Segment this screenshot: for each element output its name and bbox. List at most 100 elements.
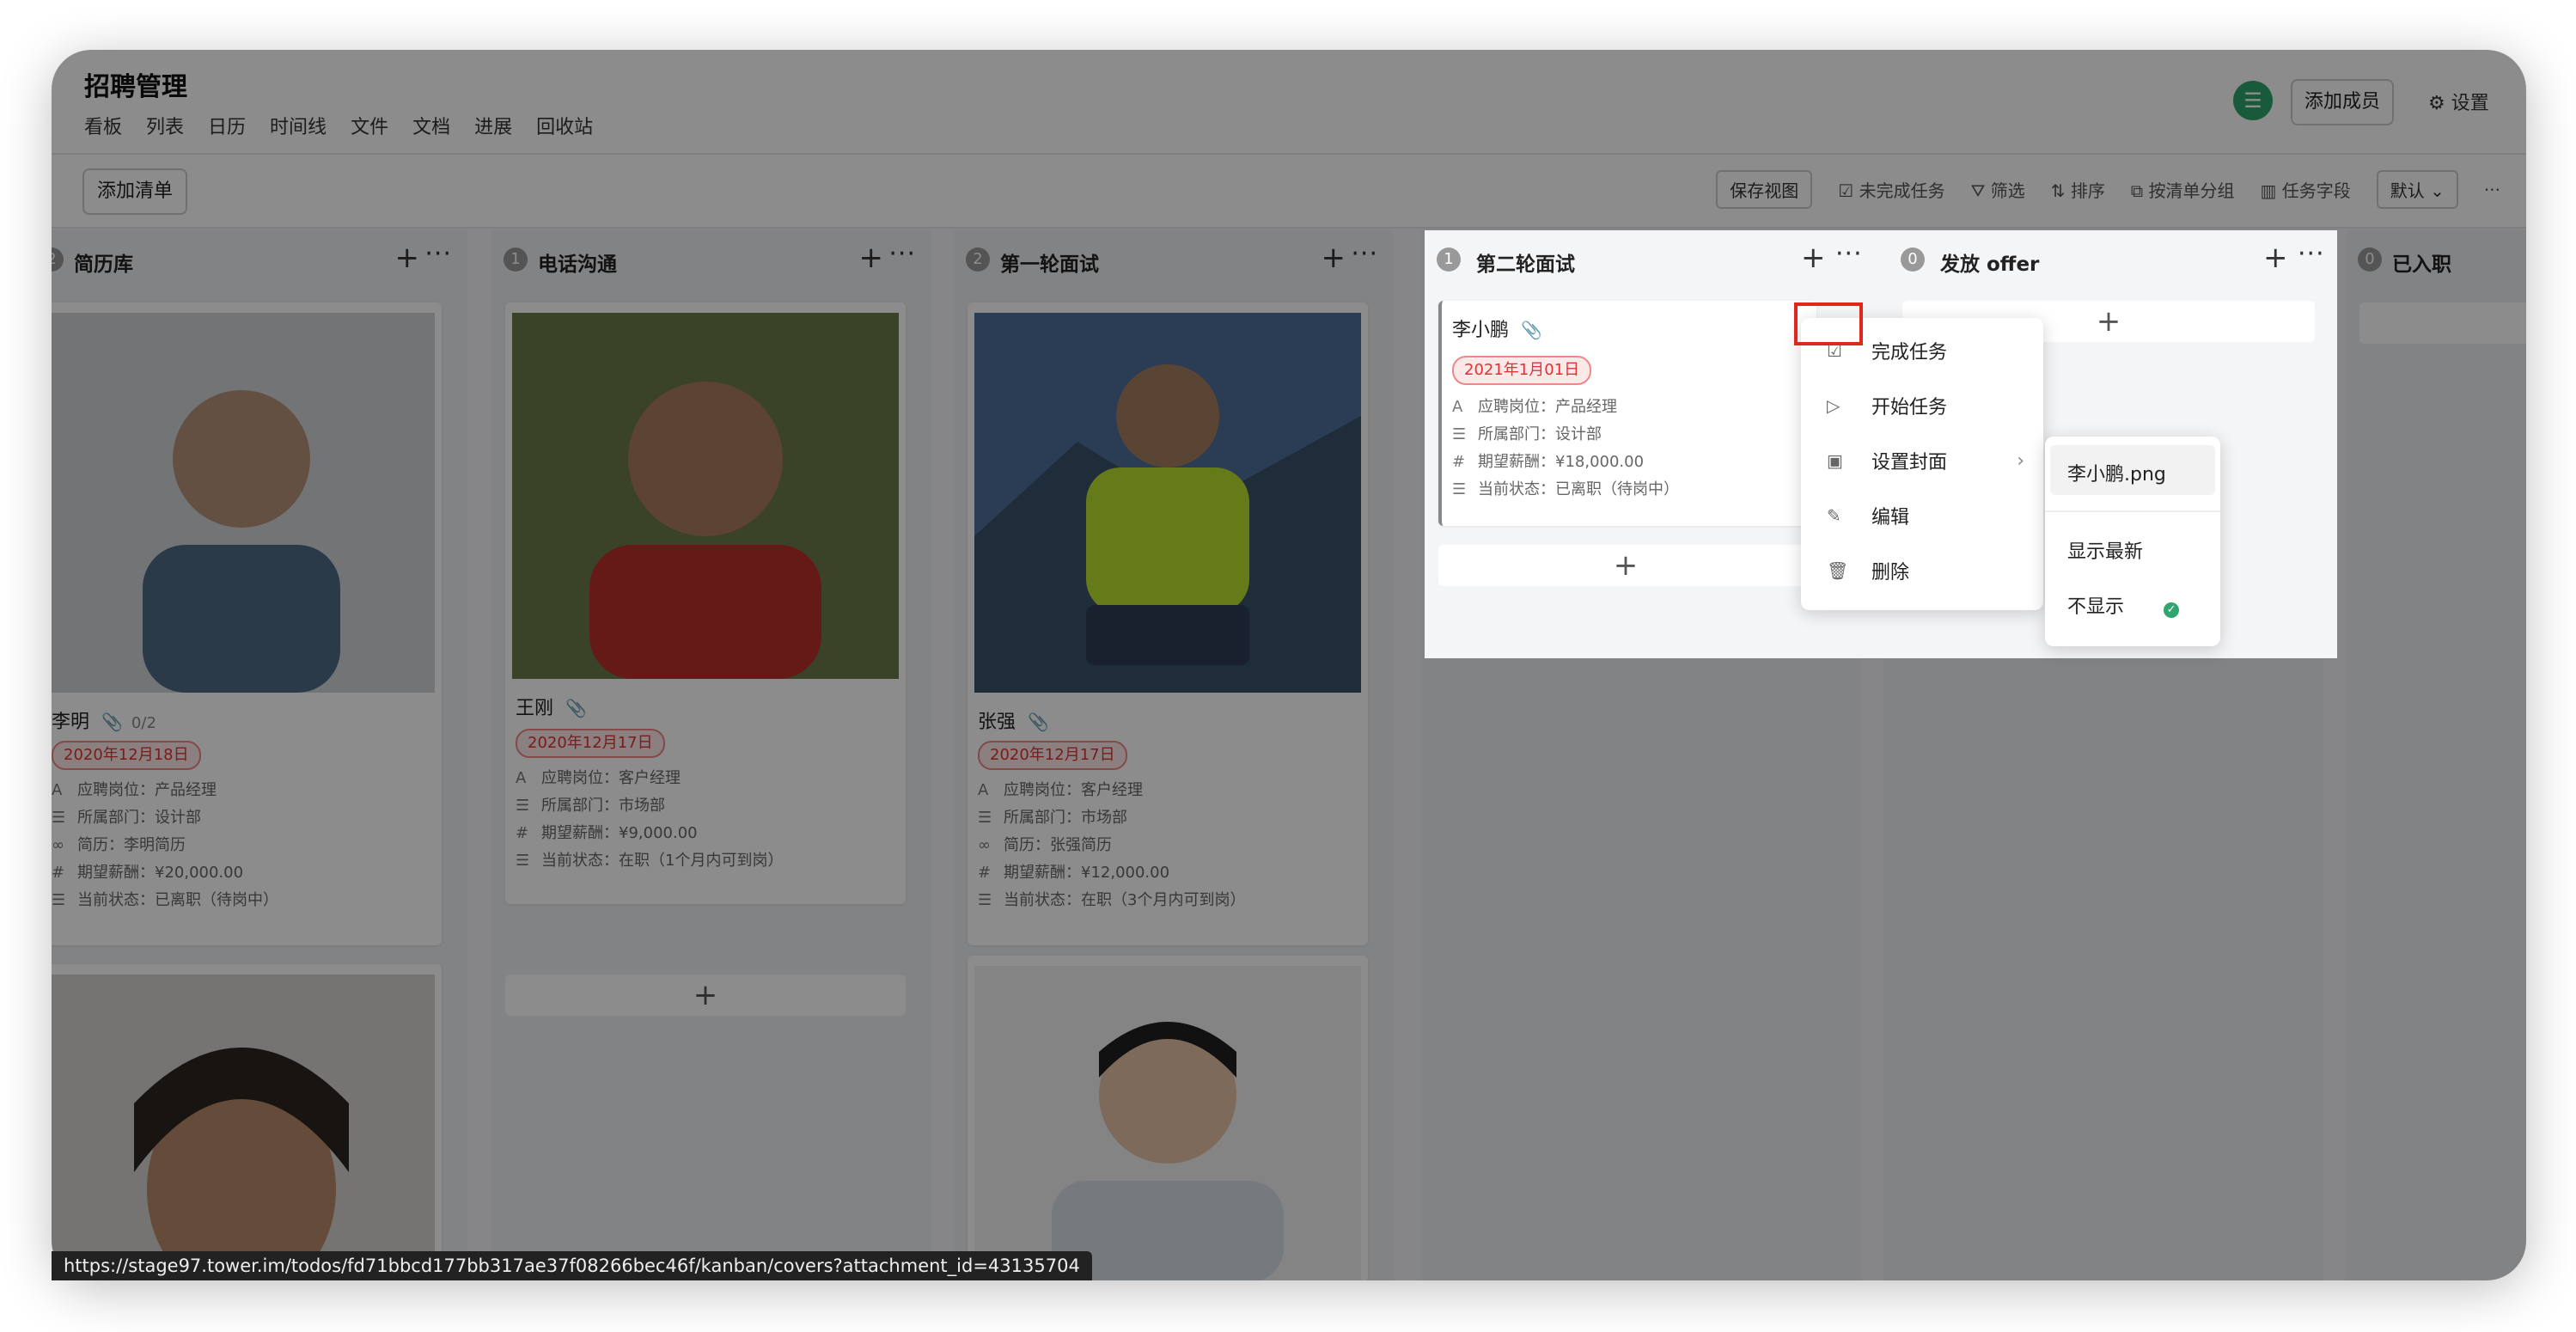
due-date-badge: 2020年12月17日 (516, 729, 665, 758)
list-column: 0 已入职 (2346, 230, 2526, 1280)
image-icon: ▣ (1827, 450, 1843, 471)
add-task-icon[interactable]: + (1801, 241, 1826, 275)
more-icon[interactable]: ··· (424, 239, 452, 269)
task-card[interactable]: 李明 📎 0/2 2020年12月18日 A 应聘岗位：产品经理 ☰ 所属部门：设计部 … (52, 302, 442, 945)
cover-photo (974, 966, 1361, 1280)
add-list-button[interactable]: 添加清单 (82, 168, 187, 215)
custom-fields: A 应聘岗位：产品经理 ☰ 所属部门：设计部 ∞ 简历：李明简历 # 期望薪酬：¥20,… (52, 777, 278, 914)
menu-item-delete[interactable]: 🗑 删除 (1827, 557, 1909, 584)
more-icon[interactable]: ··· (888, 239, 916, 269)
list-column: 2 第一轮面试 + ··· 张强 📎 2020年12月17日 A 应聘岗位：客户经理… (954, 230, 1394, 1280)
tab-recycle-bin[interactable]: 回收站 (536, 112, 593, 139)
field-row: # 期望薪酬：¥18,000.00 (1452, 453, 1645, 471)
cover-photo (52, 313, 435, 693)
play-icon: ▷ (1827, 395, 1840, 416)
list-column: 2 简历库 + ··· 李明📎0/2 2020年12月18日 A应聘岗位：产品经… (52, 230, 467, 1280)
filter-icon: ⛛ (1970, 180, 1991, 201)
edit-icon: ✎ (1827, 505, 1841, 526)
save-view-button[interactable]: 保存视图 (1716, 170, 1813, 209)
more-icon[interactable]: ··· (2298, 239, 2325, 269)
add-task-button[interactable]: + (1438, 545, 1813, 586)
field-row: ☰ 当前状态：已离职（待岗中） (1452, 480, 1679, 498)
attachment-icon: 📎 (1028, 712, 1049, 732)
menu-item-edit[interactable]: ✎ 编辑 (1827, 502, 1909, 529)
attachment-icon: 📎 (1521, 320, 1542, 340)
column-header: 2 第一轮面试 + ··· (954, 230, 1394, 299)
cover-photo (974, 313, 1361, 693)
more-icon[interactable]: ··· (2484, 180, 2500, 200)
tab-files[interactable]: 文件 (351, 112, 388, 139)
field-row: A 应聘岗位：客户经理 (978, 781, 1143, 799)
task-card[interactable]: 王刚 📎 2020年12月17日 A 应聘岗位：客户经理 ☰ 所属部门：市场部 # 期望… (505, 302, 906, 904)
trash-icon: 🗑 (1827, 560, 1849, 581)
submenu-item-hide[interactable]: 不显示 ✓ (2067, 591, 2180, 619)
submenu-item-show-latest[interactable]: 显示最新 (2067, 536, 2143, 564)
field-row: ☰ 当前状态：在职（3个月内可到岗） (978, 891, 1246, 909)
sort-button[interactable]: ⇅ 排序 (2051, 177, 2105, 202)
project-nav: 看板 列表 日历 时间线 文件 文档 进展 回收站 (84, 112, 593, 139)
group-icon: ⧉ (2130, 180, 2149, 201)
add-task-icon[interactable]: + (395, 241, 420, 275)
add-task-icon[interactable]: + (2263, 241, 2288, 275)
field-row: ☰ 所属部门：设计部 (52, 809, 201, 827)
custom-fields: A 应聘岗位：客户经理 ☰ 所属部门：市场部 # 期望薪酬：¥9,000.00 ☰ 当前… (516, 765, 783, 875)
more-icon[interactable]: ··· (1351, 239, 1378, 269)
task-count-badge: 1 (1437, 247, 1461, 272)
custom-fields: A 应聘岗位：产品经理 ☰ 所属部门：设计部 # 期望薪酬：¥18,000.00 ☰ 当… (1452, 394, 1679, 504)
menu-item-start[interactable]: ▷ 开始任务 (1827, 392, 1947, 419)
field-row: ☰ 所属部门：市场部 (516, 797, 665, 815)
task-fields-button[interactable]: ▥ 任务字段 (2261, 177, 2351, 202)
tab-calendar[interactable]: 日历 (208, 112, 246, 139)
field-row: A 应聘岗位：客户经理 (516, 769, 681, 787)
field-row: # 期望薪酬：¥12,000.00 (978, 864, 1170, 882)
tab-kanban[interactable]: 看板 (84, 112, 122, 139)
project-title: 招聘管理 (84, 72, 187, 102)
subtask-count: 0/2 (131, 714, 156, 732)
add-task-button[interactable] (2359, 302, 2526, 344)
column-title: 已入职 (2392, 254, 2451, 276)
settings-button[interactable]: ⚙ 设置 (2428, 88, 2489, 115)
attachment-icon: 📎 (565, 698, 587, 718)
task-context-menu: ☑ 完成任务 ▷ 开始任务 ▣ 设置封面 › ✎ 编辑 🗑 删除 (1801, 318, 2043, 610)
task-card[interactable] (968, 956, 1368, 1280)
field-row: ☰ 所属部门：设计部 (1452, 425, 1602, 443)
gear-icon: ⚙ (2428, 93, 2451, 114)
default-view-select[interactable]: 默认 ⌄ (2376, 170, 2458, 209)
cover-photo (512, 313, 899, 679)
column-title: 第一轮面试 (1000, 254, 1099, 276)
column-title: 发放 offer (1940, 254, 2040, 276)
menu-item-set-cover[interactable]: ▣ 设置封面 › (1827, 447, 2024, 474)
field-row: # 期望薪酬：¥20,000.00 (52, 864, 244, 882)
add-member-button[interactable]: 添加成员 (2291, 79, 2394, 125)
column-title: 第二轮面试 (1476, 254, 1575, 276)
task-card[interactable]: 张强 📎 2020年12月17日 A 应聘岗位：客户经理 ☰ 所属部门：市场部 ∞ 简历… (968, 302, 1368, 945)
add-task-icon[interactable]: + (859, 241, 884, 275)
field-row: A 应聘岗位：产品经理 (52, 781, 217, 799)
fields-icon: ▥ (2260, 180, 2282, 201)
task-title: 李小鹏 📎 (1452, 320, 1542, 341)
group-by-list-button[interactable]: ⧉ 按清单分组 (2131, 177, 2235, 202)
tab-docs[interactable]: 文档 (412, 112, 450, 139)
task-card[interactable] (52, 964, 442, 1280)
due-date-badge: 2021年1月01日 (1452, 356, 1592, 385)
task-count-badge: 0 (2358, 247, 2382, 272)
task-title: 李明 📎 0/2 (52, 712, 156, 733)
task-count-badge: 2 (966, 247, 990, 272)
tab-timeline[interactable]: 时间线 (270, 112, 327, 139)
field-row: ∞ 简历：张强简历 (978, 836, 1112, 854)
add-task-button[interactable]: + (505, 975, 906, 1016)
unfinished-toggle[interactable]: ☑ 未完成任务 (1838, 177, 1944, 202)
tab-progress[interactable]: 进展 (474, 112, 512, 139)
task-count-badge: 2 (52, 247, 64, 272)
attachment-icon: 📎 (101, 712, 123, 732)
member-avatar[interactable]: ☰ (2233, 81, 2273, 120)
task-count-badge: 0 (1901, 247, 1925, 272)
tab-list[interactable]: 列表 (146, 112, 184, 139)
more-icon[interactable]: ··· (1835, 239, 1863, 269)
add-task-icon[interactable]: + (1322, 241, 1346, 275)
sort-icon: ⇅ (2050, 180, 2071, 201)
filter-button[interactable]: ⛛ 筛选 (1971, 177, 2025, 202)
submenu-item-file[interactable]: 李小鹏.png (2067, 459, 2166, 486)
task-card[interactable]: 李小鹏 📎 2021年1月01日 A 应聘岗位：产品经理 ☰ 所属部门：设计部 # 期望… (1438, 301, 1816, 526)
field-row: A 应聘岗位：产品经理 (1452, 398, 1617, 416)
